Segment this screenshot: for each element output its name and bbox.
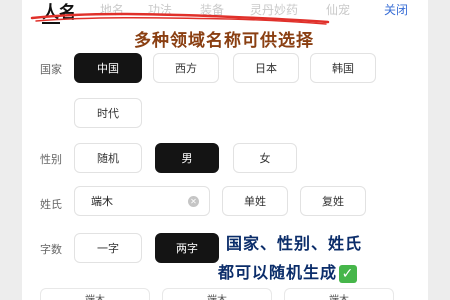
active-tab-underline [42,22,60,24]
surname-input-box: ✕ [74,186,210,216]
promo-caption-bottom-line2: 都可以随机生成 ✓ [218,259,358,283]
check-mark-icon: ✓ [339,264,358,283]
surname-input[interactable] [89,193,183,208]
result-card[interactable]: 端木 [162,288,272,300]
gender-label: 性别 [40,153,62,166]
word-count-option-one[interactable]: 一字 [74,233,142,263]
name-generator-panel: 人名 地名 功法 装备 灵丹妙药 仙宠 关闭 多种领域名称可供选择 国家 中国 … [22,0,428,300]
country-option-china[interactable]: 中国 [74,53,142,83]
promo-caption-top: 多种领域名称可供选择 [134,31,314,51]
country-option-era[interactable]: 时代 [74,98,142,128]
country-option-japan[interactable]: 日本 [233,53,299,83]
surname-option-compound[interactable]: 复姓 [300,186,366,216]
result-card[interactable]: 端木 [284,288,394,300]
word-count-option-two[interactable]: 两字 [155,233,219,263]
surname-option-single[interactable]: 单姓 [222,186,288,216]
promo-caption-bottom-line2-text: 都可以随机生成 [218,263,338,282]
close-button[interactable]: 关闭 [384,1,408,18]
red-underline-scribble [30,12,330,25]
clear-icon[interactable]: ✕ [188,196,199,207]
country-option-western[interactable]: 西方 [153,53,219,83]
word-count-label: 字数 [40,243,62,256]
surname-label: 姓氏 [40,198,62,211]
result-card[interactable]: 端木 [40,288,150,300]
country-option-korea[interactable]: 韩国 [310,53,376,83]
gender-option-female[interactable]: 女 [233,143,297,173]
country-label: 国家 [40,63,62,76]
promo-caption-bottom-line1: 国家、性别、姓氏 [226,234,363,253]
gender-option-male[interactable]: 男 [155,143,219,173]
gender-option-random[interactable]: 随机 [74,143,142,173]
